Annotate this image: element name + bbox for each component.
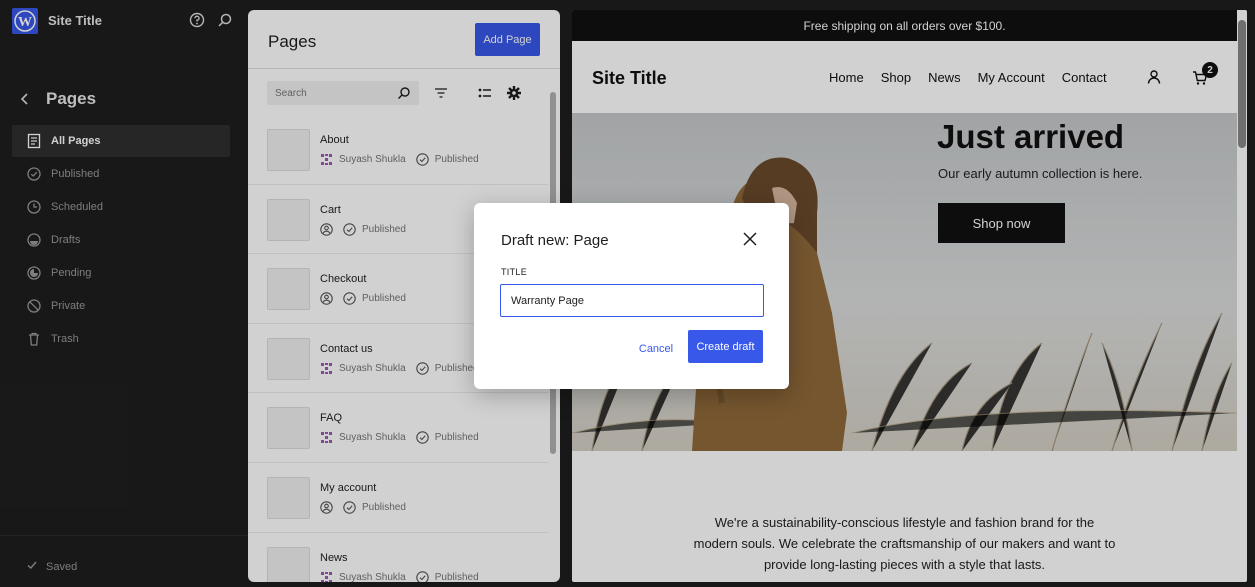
close-icon[interactable] bbox=[741, 230, 759, 248]
modal-title: Draft new: Page bbox=[501, 232, 609, 249]
draft-modal: Draft new: Page TITLE Cancel Create draf… bbox=[474, 203, 789, 389]
title-field[interactable] bbox=[500, 284, 764, 317]
create-draft-button[interactable]: Create draft bbox=[688, 330, 763, 363]
title-field-label: TITLE bbox=[501, 267, 528, 277]
cancel-button[interactable]: Cancel bbox=[634, 338, 678, 360]
